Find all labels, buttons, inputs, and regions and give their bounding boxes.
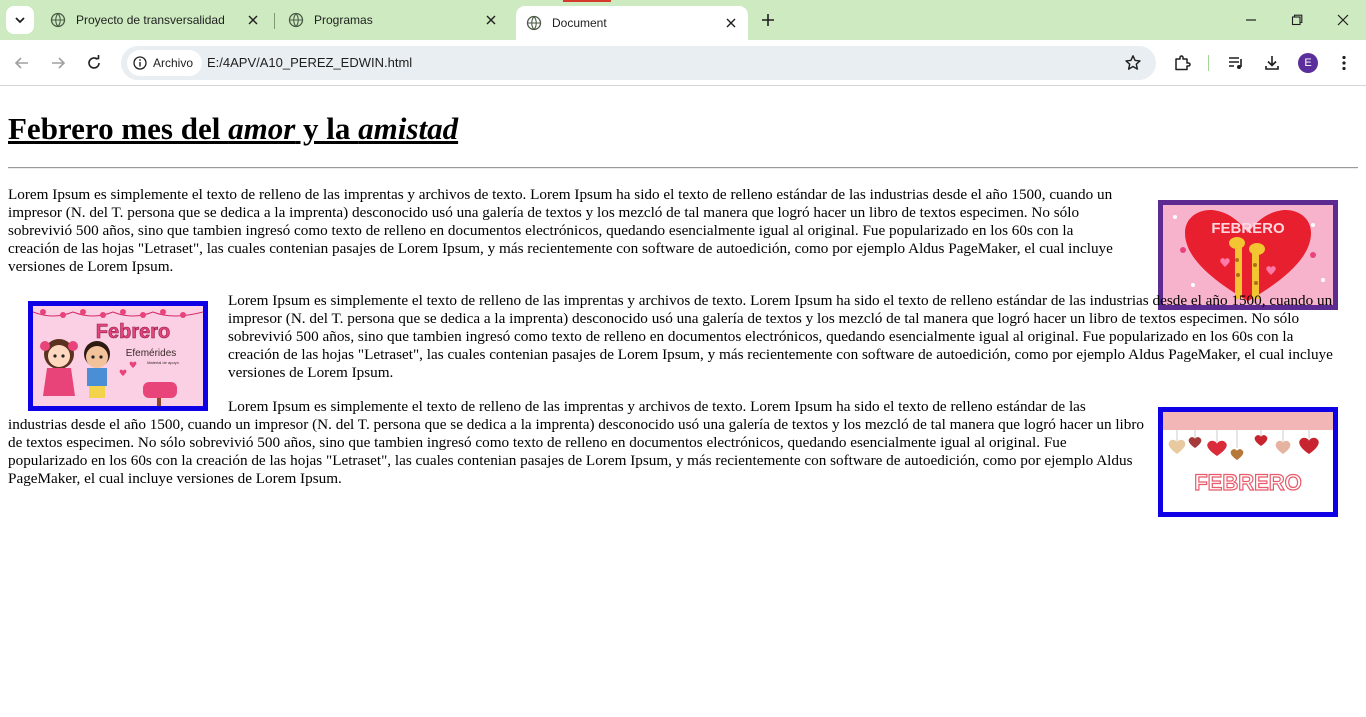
back-button[interactable] <box>8 49 36 77</box>
download-icon <box>1265 56 1279 70</box>
tab-title: Programas <box>314 13 373 27</box>
page-content: Febrero mes del amor y la amistad FEBRER… <box>0 87 1366 717</box>
site-info-chip[interactable]: Archivo <box>127 50 203 76</box>
globe-icon <box>50 12 66 28</box>
new-tab-button[interactable] <box>756 8 780 32</box>
tab-title: Document <box>552 16 607 30</box>
garland-illustration: FEBRERO <box>1163 412 1333 512</box>
address-bar[interactable]: Archivo E:/4APV/A10_PEREZ_EDWIN.html <box>121 46 1156 80</box>
tab-search-button[interactable] <box>6 6 34 34</box>
more-vert-icon <box>1342 55 1346 71</box>
heading-emphasis-amor: amor <box>228 111 296 146</box>
horizontal-rule <box>8 167 1358 169</box>
heading-text: y la <box>295 111 359 146</box>
downloads-button[interactable] <box>1260 51 1284 75</box>
toolbar-divider <box>1208 55 1209 71</box>
puzzle-icon <box>1175 55 1191 71</box>
profile-avatar[interactable]: E <box>1298 53 1318 73</box>
page-heading: Febrero mes del amor y la amistad <box>8 111 458 147</box>
tab-separator <box>274 13 275 29</box>
info-icon <box>133 56 147 70</box>
febrero-efemerides-image: Febrero Efemérides Material de apoyo <box>28 301 208 411</box>
browser-toolbar: Archivo E:/4APV/A10_PEREZ_EDWIN.html E <box>0 40 1366 86</box>
arrow-left-icon <box>14 57 28 69</box>
paragraph-3: Lorem Ipsum es simplemente el texto de r… <box>8 398 1148 488</box>
tab-document[interactable]: Document <box>516 6 748 40</box>
close-tab-icon[interactable] <box>722 14 740 32</box>
extensions-button[interactable] <box>1170 51 1194 75</box>
globe-icon <box>526 15 542 31</box>
tab-programas[interactable]: Programas <box>278 6 508 34</box>
chevron-down-icon <box>15 17 25 24</box>
kids-illustration: Febrero Efemérides Material de apoyo <box>33 306 203 406</box>
restore-button[interactable] <box>1274 0 1320 40</box>
febrero-garland-image: FEBRERO <box>1158 407 1338 517</box>
heading-emphasis-amistad: amistad <box>358 111 459 146</box>
site-info-label: Archivo <box>153 56 194 70</box>
reload-button[interactable] <box>80 49 108 77</box>
paragraph-2: Lorem Ipsum es simplemente el texto de r… <box>228 292 1333 381</box>
forward-button[interactable] <box>44 49 72 77</box>
globe-icon <box>288 12 304 28</box>
close-tab-icon[interactable] <box>244 11 262 29</box>
heart-illustration: FEBRERO <box>1163 205 1333 305</box>
close-window-button[interactable] <box>1320 0 1366 40</box>
url-text[interactable]: E:/4APV/A10_PEREZ_EDWIN.html <box>207 55 412 70</box>
close-tab-icon[interactable] <box>482 11 500 29</box>
tab-strip: Proyecto de transversalidad Programas Do… <box>0 0 1366 40</box>
paragraph-1: Lorem Ipsum es simplemente el texto de r… <box>8 186 1113 275</box>
tab-title: Proyecto de transversalidad <box>76 13 225 27</box>
plus-icon <box>762 14 774 26</box>
heart-caption: FEBRERO <box>1211 220 1285 237</box>
minimize-icon <box>1246 19 1256 21</box>
menu-button[interactable] <box>1332 51 1356 75</box>
tab-strip-accent <box>563 0 611 2</box>
bookmark-star-icon[interactable] <box>1124 54 1142 72</box>
kids-subtitle: Efemérides <box>126 348 177 359</box>
media-controls-button[interactable] <box>1224 51 1248 75</box>
garland-caption: FEBRERO <box>1194 470 1302 495</box>
tab-proyecto[interactable]: Proyecto de transversalidad <box>40 6 270 34</box>
kids-title: Febrero <box>96 321 170 343</box>
restore-icon <box>1291 14 1303 26</box>
arrow-right-icon <box>52 57 66 69</box>
reload-icon <box>88 55 100 69</box>
close-icon <box>1337 14 1349 26</box>
playlist-icon <box>1229 57 1242 69</box>
minimize-button[interactable] <box>1228 0 1274 40</box>
kids-small-text: Material de apoyo <box>147 360 180 365</box>
heading-text: Febrero mes del <box>8 111 229 146</box>
